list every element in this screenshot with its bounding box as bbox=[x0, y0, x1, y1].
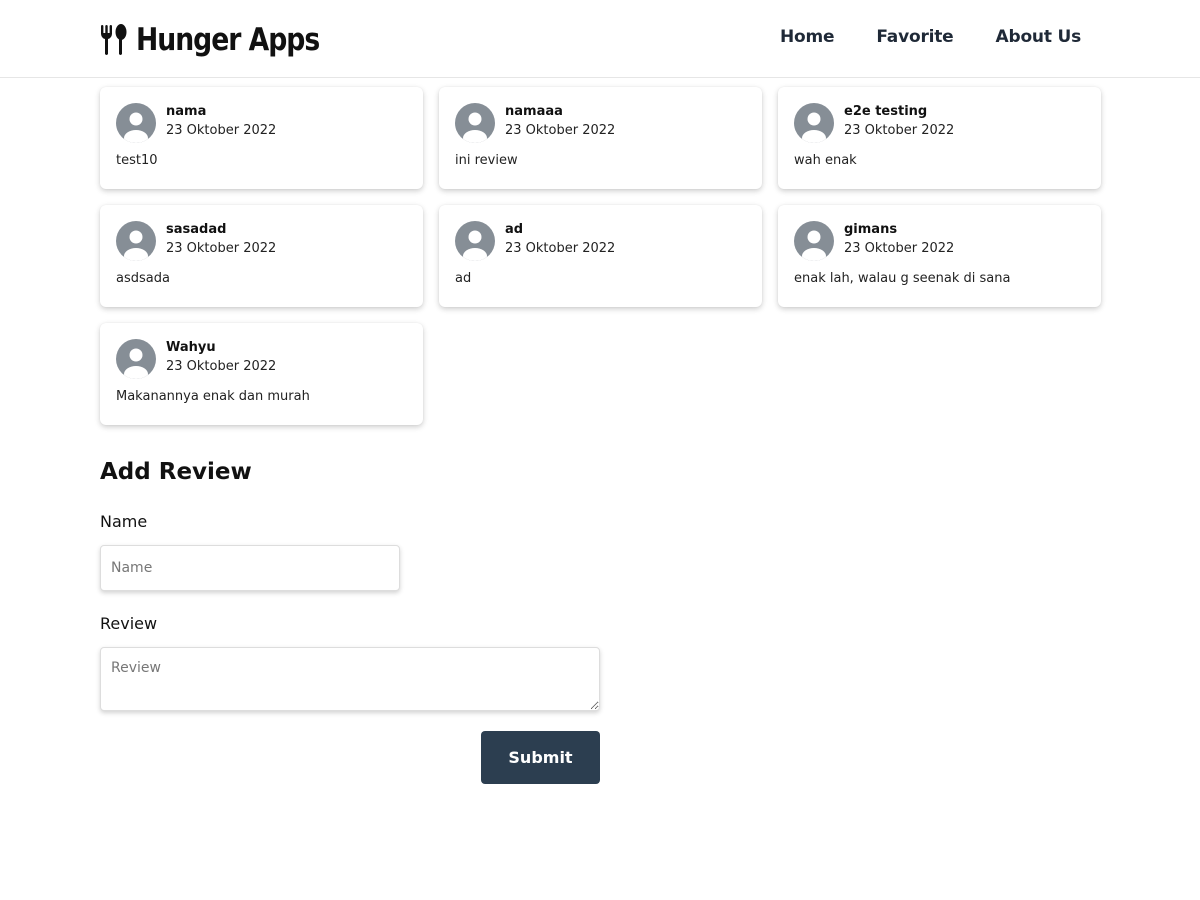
user-avatar-icon bbox=[116, 221, 156, 261]
reviewer-name: sasadad bbox=[166, 222, 227, 237]
review-textarea[interactable] bbox=[100, 647, 600, 711]
user-avatar-icon bbox=[116, 103, 156, 143]
review-card: e2e testing 23 Oktober 2022 wah enak bbox=[778, 87, 1101, 189]
add-review-heading: Add Review bbox=[100, 459, 252, 485]
fork-spoon-icon bbox=[101, 24, 127, 55]
add-review-form: Add Review Name Review Submit bbox=[100, 456, 600, 784]
nav-menu: Home Favorite About Us bbox=[780, 27, 1081, 47]
review-text: wah enak bbox=[794, 153, 857, 168]
user-avatar-icon bbox=[794, 103, 834, 143]
review-card: Wahyu 23 Oktober 2022 Makanannya enak da… bbox=[100, 323, 423, 425]
reviewer-name: ad bbox=[505, 222, 524, 237]
review-date: 23 Oktober 2022 bbox=[166, 241, 277, 256]
review-card: gimans 23 Oktober 2022 enak lah, walau g… bbox=[778, 205, 1101, 307]
app-title: Hunger Apps bbox=[136, 22, 320, 58]
review-text: asdsada bbox=[116, 271, 170, 286]
user-avatar-icon bbox=[455, 103, 495, 143]
review-text: ad bbox=[455, 271, 472, 286]
reviewer-name: Wahyu bbox=[166, 340, 216, 355]
submit-button[interactable]: Submit bbox=[481, 731, 600, 784]
review-date: 23 Oktober 2022 bbox=[166, 359, 277, 374]
review-label: Review bbox=[100, 614, 158, 633]
nav-favorite-link[interactable]: Favorite bbox=[876, 27, 953, 47]
name-label: Name bbox=[100, 512, 148, 531]
review-text: ini review bbox=[455, 153, 518, 168]
review-date: 23 Oktober 2022 bbox=[505, 241, 616, 256]
user-avatar-icon bbox=[794, 221, 834, 261]
reviewer-name: gimans bbox=[844, 222, 898, 237]
review-card: nama 23 Oktober 2022 test10 bbox=[100, 87, 423, 189]
review-card: sasadad 23 Oktober 2022 asdsada bbox=[100, 205, 423, 307]
name-input[interactable] bbox=[100, 545, 400, 591]
reviewer-name: namaaa bbox=[505, 104, 563, 119]
review-card: ad 23 Oktober 2022 ad bbox=[439, 205, 762, 307]
review-date: 23 Oktober 2022 bbox=[844, 241, 955, 256]
user-avatar-icon bbox=[116, 339, 156, 379]
review-date: 23 Oktober 2022 bbox=[166, 123, 277, 138]
review-list: nama 23 Oktober 2022 test10 namaaa 23 Ok… bbox=[100, 87, 1101, 425]
reviewer-name: nama bbox=[166, 104, 207, 119]
review-text: enak lah, walau g seenak di sana bbox=[794, 271, 1011, 286]
review-text: test10 bbox=[116, 153, 158, 168]
brand-logo[interactable]: Hunger Apps bbox=[100, 18, 349, 62]
review-card: namaaa 23 Oktober 2022 ini review bbox=[439, 87, 762, 189]
user-avatar-icon bbox=[455, 221, 495, 261]
review-text: Makanannya enak dan murah bbox=[116, 389, 310, 404]
review-date: 23 Oktober 2022 bbox=[505, 123, 616, 138]
navbar: Hunger Apps Home Favorite About Us bbox=[0, 0, 1200, 78]
review-date: 23 Oktober 2022 bbox=[844, 123, 955, 138]
reviewer-name: e2e testing bbox=[844, 104, 928, 119]
nav-home-link[interactable]: Home bbox=[780, 27, 835, 47]
nav-about-us-link[interactable]: About Us bbox=[996, 27, 1082, 47]
